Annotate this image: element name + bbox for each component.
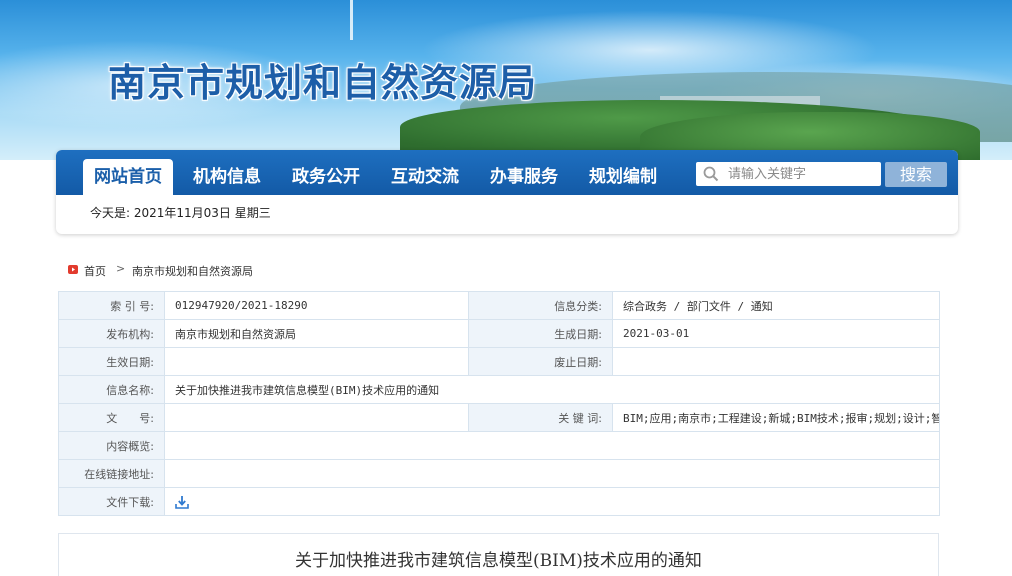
online-link-label: 在线链接地址: (58, 459, 165, 488)
header-card: 网站首页 机构信息 政务公开 互动交流 办事服务 规划编制 搜索 今天是: 20… (56, 150, 958, 234)
info-table: 索 引 号: 012947920/2021-18290 信息分类: 综合政务 /… (58, 291, 940, 516)
table-row: 生效日期: 废止日期: (58, 347, 940, 376)
online-link-value (164, 459, 940, 488)
search-input[interactable] (728, 162, 878, 186)
keywords-label: 关 键 词: (468, 403, 613, 432)
article-panel: 关于加快推进我市建筑信息模型(BIM)技术应用的通知 (58, 533, 939, 576)
index-value: 012947920/2021-18290 (164, 291, 469, 320)
breadcrumb-separator: > (116, 262, 126, 275)
banner-tower (350, 0, 353, 40)
search-icon (703, 166, 719, 182)
abolished-date-label: 废止日期: (468, 347, 613, 376)
table-row: 在线链接地址: (58, 459, 940, 488)
search-button[interactable]: 搜索 (885, 162, 947, 187)
abolished-date-value (612, 347, 940, 376)
summary-label: 内容概览: (58, 431, 165, 460)
nav-item-home[interactable]: 网站首页 (83, 159, 173, 195)
breadcrumb-current[interactable]: 南京市规划和自然资源局 (132, 263, 253, 279)
header-banner: 南京市规划和自然资源局 (0, 0, 1012, 160)
created-date-label: 生成日期: (468, 319, 613, 348)
site-title: 南京市规划和自然资源局 (108, 60, 538, 105)
nav-item-services[interactable]: 办事服务 (479, 159, 569, 195)
effective-date-label: 生效日期: (58, 347, 165, 376)
info-name-label: 信息名称: (58, 375, 165, 404)
download-icon[interactable] (175, 495, 189, 509)
index-label: 索 引 号: (58, 291, 165, 320)
info-name-value: 关于加快推进我市建筑信息模型(BIM)技术应用的通知 (164, 375, 940, 404)
nav-item-organization[interactable]: 机构信息 (182, 159, 272, 195)
publisher-value: 南京市规划和自然资源局 (164, 319, 469, 348)
doc-number-value (164, 403, 469, 432)
table-row: 内容概览: (58, 431, 940, 460)
main-nav: 网站首页 机构信息 政务公开 互动交流 办事服务 规划编制 搜索 (56, 150, 958, 195)
article-title: 关于加快推进我市建筑信息模型(BIM)技术应用的通知 (295, 551, 702, 571)
category-value: 综合政务 / 部门文件 / 通知 (612, 291, 940, 320)
keywords-value: BIM;应用;南京市;工程建设;新城;BIM技术;报审;规划;设计;智能 (612, 403, 940, 432)
home-icon (68, 265, 78, 274)
nav-item-public-affairs[interactable]: 政务公开 (281, 159, 371, 195)
table-row: 索 引 号: 012947920/2021-18290 信息分类: 综合政务 /… (58, 291, 940, 320)
created-date-value: 2021-03-01 (612, 319, 940, 348)
category-label: 信息分类: (468, 291, 613, 320)
table-row: 发布机构: 南京市规划和自然资源局 生成日期: 2021-03-01 (58, 319, 940, 348)
summary-value (164, 431, 940, 460)
search-box (696, 162, 881, 186)
today-date: 今天是: 2021年11月03日 星期三 (90, 206, 271, 220)
table-row: 信息名称: 关于加快推进我市建筑信息模型(BIM)技术应用的通知 (58, 375, 940, 404)
download-cell (164, 487, 940, 516)
breadcrumb-home[interactable]: 首页 (84, 263, 106, 279)
effective-date-value (164, 347, 469, 376)
download-label: 文件下载: (58, 487, 165, 516)
doc-number-label: 文 号: (58, 403, 165, 432)
nav-item-planning[interactable]: 规划编制 (578, 159, 668, 195)
table-row: 文件下载: (58, 487, 940, 516)
nav-item-interaction[interactable]: 互动交流 (380, 159, 470, 195)
publisher-label: 发布机构: (58, 319, 165, 348)
table-row: 文 号: 关 键 词: BIM;应用;南京市;工程建设;新城;BIM技术;报审;… (58, 403, 940, 432)
